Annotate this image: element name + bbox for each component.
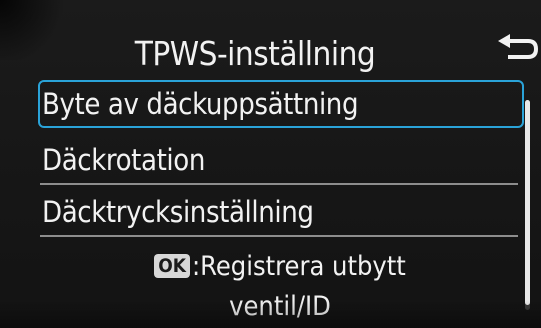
menu-divider: [40, 235, 518, 237]
menu-divider: [40, 183, 518, 185]
hint-line-1: OK:Registrera utbytt: [40, 247, 520, 287]
menu-item-tire-set-change[interactable]: Byte av däckuppsättning: [38, 80, 524, 128]
ok-button-badge: OK: [154, 254, 190, 278]
menu-item-label: Däckrotation: [42, 143, 205, 177]
hint-text: :Registrera utbytt: [191, 251, 406, 282]
screen-bottom-shade: [0, 300, 541, 328]
scrollbar-thumb[interactable]: [525, 100, 530, 305]
tpws-settings-screen: TPWS-inställning Byte av däckuppsättning…: [0, 0, 541, 328]
scrollbar[interactable]: [525, 100, 530, 310]
menu-item-label: Byte av däckuppsättning: [42, 87, 359, 121]
menu-item-tire-pressure-setting[interactable]: Däcktrycksinställning: [38, 188, 524, 236]
menu-item-label: Däcktrycksinställning: [42, 195, 314, 229]
menu-item-tire-rotation[interactable]: Däckrotation: [38, 136, 524, 184]
